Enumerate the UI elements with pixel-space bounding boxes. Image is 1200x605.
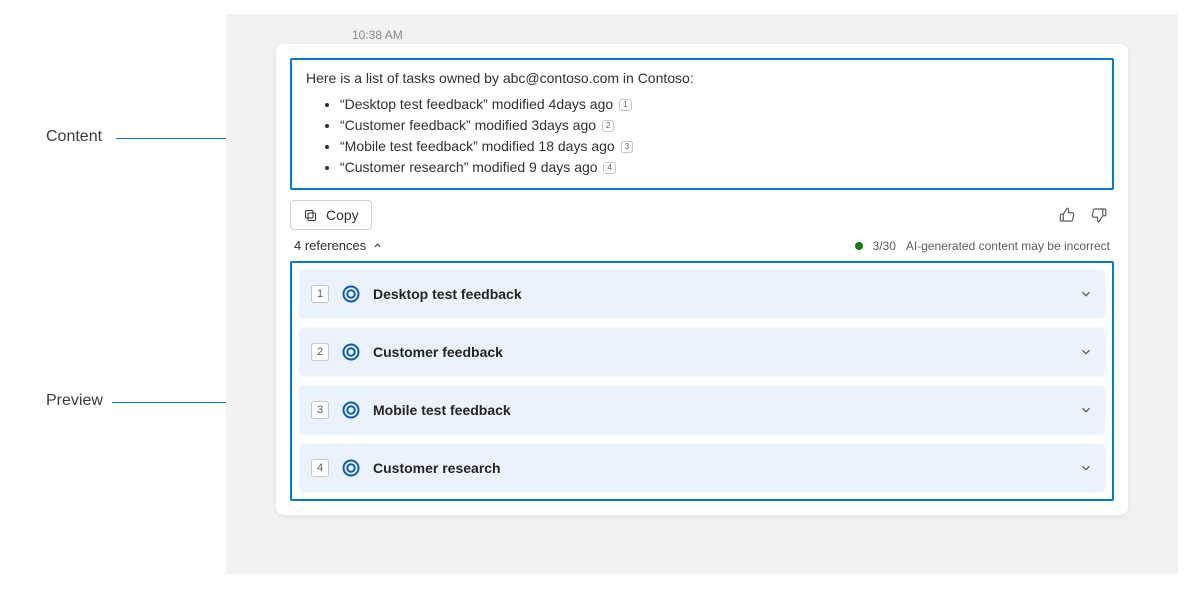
annotation-preview-label: Preview (46, 392, 103, 410)
toolbar-row: Copy (290, 200, 1114, 230)
reference-title: Mobile test feedback (373, 402, 1067, 418)
reference-index-badge: 1 (311, 285, 329, 303)
ai-disclaimer: AI-generated content may be incorrect (906, 239, 1110, 253)
reference-item[interactable]: 3 Mobile test feedback (298, 385, 1106, 435)
content-item-text: “Customer research” modified 9 days ago (340, 159, 598, 175)
reference-source-icon (341, 284, 361, 304)
meta-row: 4 references 3/30 AI-generated content m… (290, 238, 1114, 253)
reference-source-icon (341, 400, 361, 420)
content-item-text: “Customer feedback” modified 3days ago (340, 117, 596, 133)
content-item: “Customer feedback” modified 3days ago 2 (340, 115, 1098, 135)
content-item: “Mobile test feedback” modified 18 days … (340, 136, 1098, 156)
thumb-up-icon[interactable] (1058, 206, 1076, 224)
content-item-text: “Desktop test feedback” modified 4days a… (340, 96, 613, 112)
response-card: Here is a list of tasks owned by abc@con… (276, 44, 1128, 515)
copy-button-label: Copy (326, 207, 359, 223)
reference-title: Customer research (373, 460, 1067, 476)
chevron-down-icon (1079, 345, 1093, 359)
content-item: “Customer research” modified 9 days ago … (340, 157, 1098, 177)
annotation-content-label: Content (46, 128, 102, 146)
citation-badge[interactable]: 2 (602, 120, 614, 132)
reference-item[interactable]: 2 Customer feedback (298, 327, 1106, 377)
citation-badge[interactable]: 3 (621, 141, 633, 153)
content-intro: Here is a list of tasks owned by abc@con… (306, 70, 1098, 86)
content-item-text: “Mobile test feedback” modified 18 days … (340, 138, 615, 154)
content-item: “Desktop test feedback” modified 4days a… (340, 94, 1098, 114)
count-label: 3/30 (873, 239, 896, 253)
thumb-down-icon[interactable] (1090, 206, 1108, 224)
chevron-down-icon (1079, 403, 1093, 417)
preview-box: 1 Desktop test feedback 2 (290, 261, 1114, 501)
feedback-icons (1058, 206, 1114, 224)
copy-icon (303, 208, 318, 223)
chevron-down-icon (1079, 287, 1093, 301)
canvas: 10:38 AM Here is a list of tasks owned b… (226, 14, 1178, 574)
reference-source-icon (341, 458, 361, 478)
meta-right: 3/30 AI-generated content may be incorre… (855, 239, 1110, 253)
citation-badge[interactable]: 4 (603, 162, 615, 174)
reference-item[interactable]: 4 Customer research (298, 443, 1106, 493)
copy-button[interactable]: Copy (290, 200, 372, 230)
reference-item[interactable]: 1 Desktop test feedback (298, 269, 1106, 319)
chevron-up-icon (372, 240, 383, 251)
reference-index-badge: 2 (311, 343, 329, 361)
reference-title: Customer feedback (373, 344, 1067, 360)
reference-index-badge: 4 (311, 459, 329, 477)
timestamp-label: 10:38 AM (352, 28, 403, 42)
references-toggle-label: 4 references (294, 238, 366, 253)
status-dot-icon (855, 242, 863, 250)
chevron-down-icon (1079, 461, 1093, 475)
content-list: “Desktop test feedback” modified 4days a… (306, 94, 1098, 177)
reference-source-icon (341, 342, 361, 362)
citation-badge[interactable]: 1 (619, 99, 631, 111)
content-box: Here is a list of tasks owned by abc@con… (290, 58, 1114, 190)
reference-title: Desktop test feedback (373, 286, 1067, 302)
reference-index-badge: 3 (311, 401, 329, 419)
references-toggle[interactable]: 4 references (294, 238, 383, 253)
